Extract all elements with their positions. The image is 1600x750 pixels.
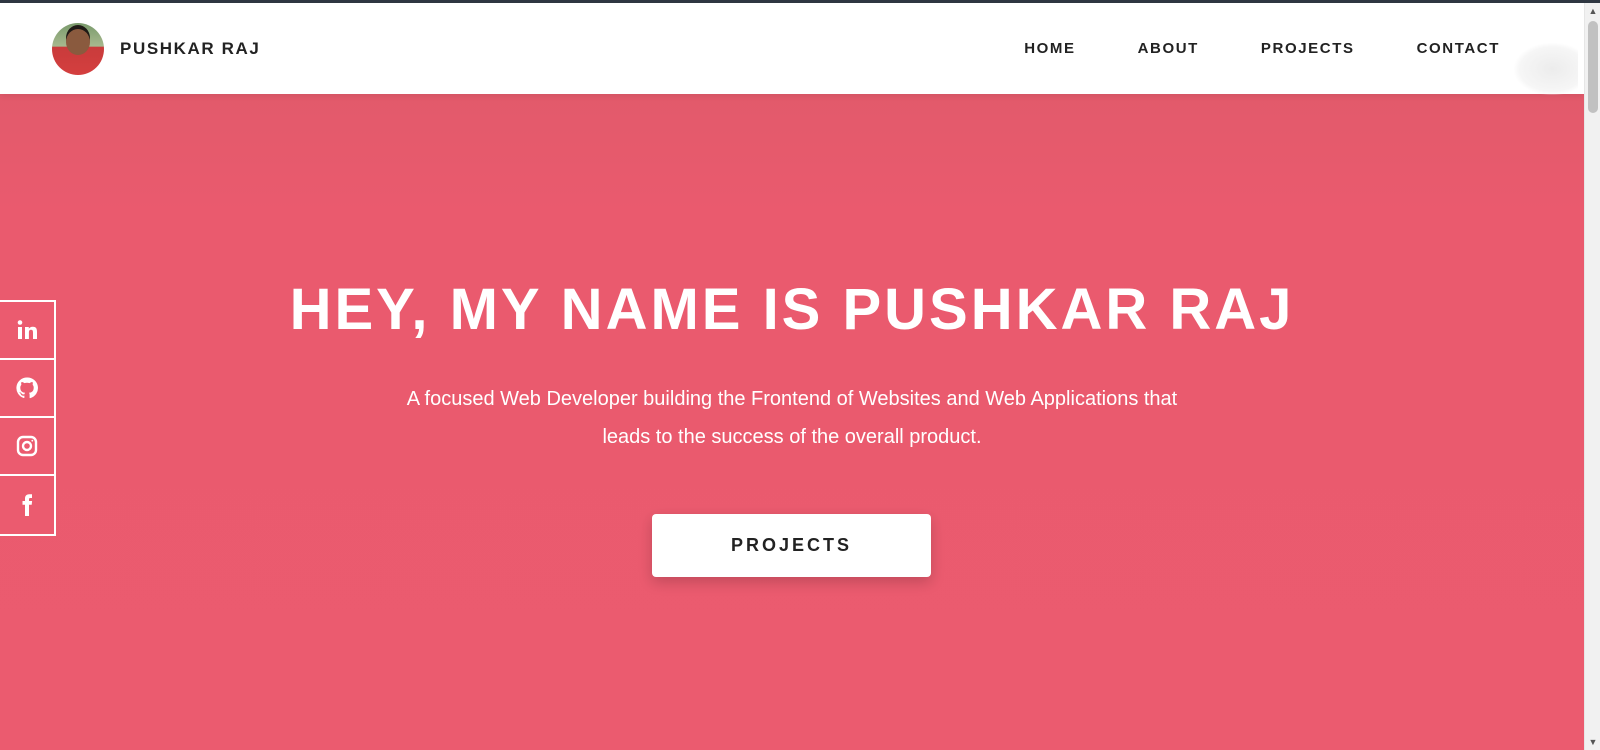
nav-about[interactable]: ABOUT — [1138, 40, 1199, 57]
hero-section: HEY, MY NAME IS PUSHKAR RAJ A focused We… — [0, 94, 1584, 750]
header-corner-decoration — [1514, 43, 1578, 95]
hero-subtitle-line-2: leads to the success of the overall prod… — [602, 426, 982, 448]
avatar — [52, 22, 104, 75]
facebook-link[interactable] — [0, 476, 54, 534]
linkedin-icon — [15, 318, 39, 342]
hero-subtitle-line-1: A focused Web Developer building the Fro… — [406, 388, 1178, 410]
github-link[interactable] — [0, 360, 54, 418]
scrollbar-thumb[interactable] — [1588, 21, 1598, 113]
nav-home[interactable]: HOME — [1024, 40, 1075, 57]
main-nav: HOME ABOUT PROJECTS CONTACT — [962, 3, 1500, 94]
hero-subtitle: A focused Web Developer building the Fro… — [370, 380, 1214, 456]
instagram-link[interactable] — [0, 418, 54, 476]
hero-title: HEY, MY NAME IS PUSHKAR RAJ — [289, 277, 1295, 342]
site-header: PUSHKAR RAJ HOME ABOUT PROJECTS CONTACT — [0, 3, 1584, 95]
github-icon — [15, 376, 39, 400]
projects-button[interactable]: PROJECTS — [652, 514, 931, 577]
facebook-icon — [15, 493, 39, 517]
scroll-down-arrow-icon[interactable]: ▼ — [1585, 734, 1600, 750]
page-scrollbar[interactable]: ▲ ▼ — [1584, 3, 1600, 750]
social-sidebar — [0, 300, 56, 536]
page: PUSHKAR RAJ HOME ABOUT PROJECTS CONTACT … — [0, 0, 1600, 750]
brand-name: PUSHKAR RAJ — [120, 38, 261, 58]
scroll-up-arrow-icon[interactable]: ▲ — [1585, 3, 1600, 19]
nav-projects[interactable]: PROJECTS — [1261, 40, 1355, 57]
instagram-icon — [15, 434, 39, 458]
linkedin-link[interactable] — [0, 302, 54, 360]
brand[interactable]: PUSHKAR RAJ — [52, 22, 261, 75]
nav-contact[interactable]: CONTACT — [1417, 40, 1500, 57]
